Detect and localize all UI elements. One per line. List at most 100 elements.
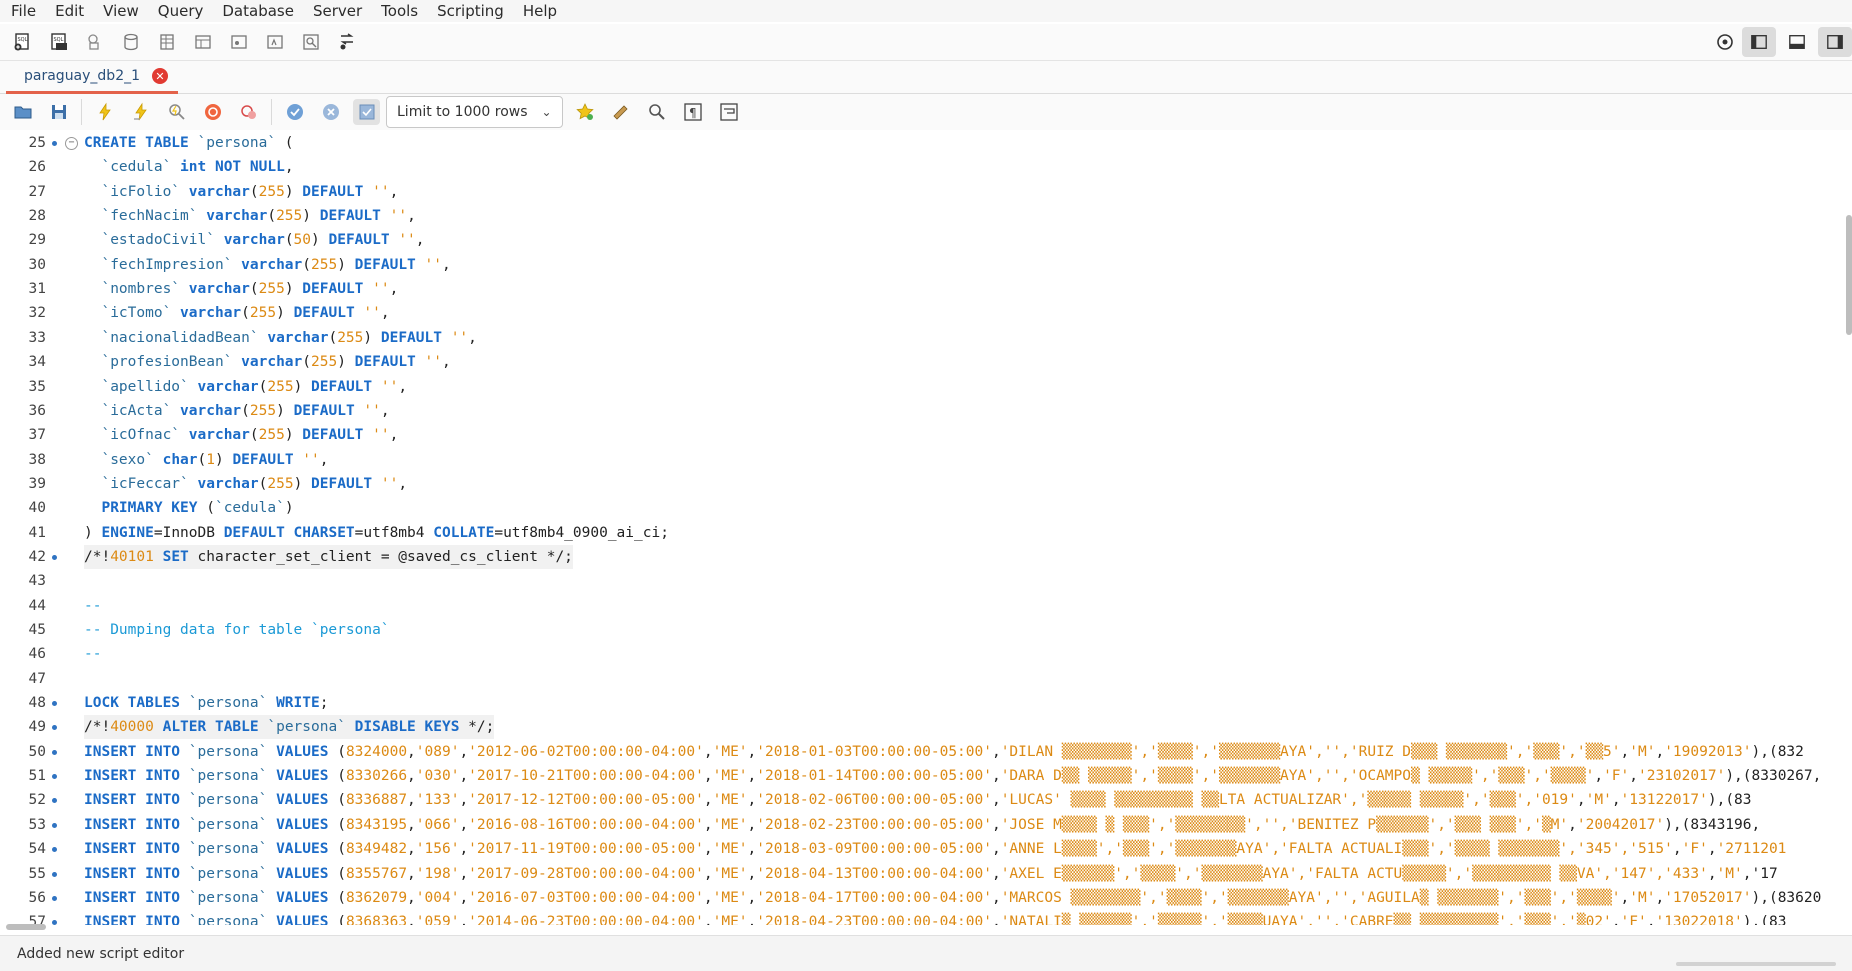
code-line[interactable]: 45 -- Dumping data for table `persona` [0, 618, 1852, 642]
menu-edit[interactable]: Edit [44, 2, 92, 20]
code-line[interactable]: 53 INSERT INTO `persona` VALUES (8343195,… [0, 813, 1852, 837]
menu-query[interactable]: Query [147, 2, 212, 20]
code-token: , [1707, 865, 1717, 882]
code-line[interactable]: 40 PRIMARY KEY (`cedula`) [0, 496, 1852, 520]
code-line[interactable]: 43 [0, 569, 1852, 593]
code-token: 40000 [110, 719, 154, 736]
code-token: , [468, 329, 477, 346]
code-line[interactable]: 56 INSERT INTO `persona` VALUES (8362079,… [0, 886, 1852, 910]
vertical-scrollbar[interactable] [1846, 215, 1852, 335]
code-line[interactable]: 35 `apellido` varchar(255) DEFAULT '', [0, 375, 1852, 399]
code-line[interactable]: 33 `nacionalidadBean` varchar(255) DEFAU… [0, 326, 1852, 350]
code-text: `fechImpresion` varchar(255) DEFAULT '', [84, 253, 451, 277]
code-line[interactable]: 48 LOCK TABLES `persona` WRITE; [0, 691, 1852, 715]
toggle-output-panel-button[interactable] [1780, 27, 1814, 57]
code-line[interactable]: 30 `fechImpresion` varchar(255) DEFAULT … [0, 253, 1852, 277]
code-token: DEFAULT [311, 378, 373, 395]
wrap-icon[interactable] [716, 99, 743, 125]
line-number: 47 [28, 670, 46, 687]
code-line[interactable]: 54 INSERT INTO `persona` VALUES (8349482,… [0, 837, 1852, 861]
code-line[interactable]: 55 INSERT INTO `persona` VALUES (8355767,… [0, 862, 1852, 886]
reconnect-icon[interactable] [334, 29, 360, 55]
code-line[interactable]: 46 -- [0, 642, 1852, 666]
inspect-object-icon[interactable] [82, 29, 108, 55]
code-line[interactable]: 41) ENGINE=InnoDB DEFAULT CHARSET=utf8mb… [0, 521, 1852, 545]
code-token: '' [372, 281, 390, 298]
code-line[interactable]: 42 /*!40101 SET character_set_client = @s… [0, 544, 1852, 569]
menu-scripting[interactable]: Scripting [426, 2, 512, 20]
execute-current-icon[interactable] [127, 99, 154, 125]
code-token: `persona` [188, 841, 268, 858]
code-token: ) [337, 256, 355, 273]
code-line[interactable]: 27 `icFolio` varchar(255) DEFAULT '', [0, 180, 1852, 204]
stop-icon[interactable] [199, 99, 226, 125]
code-line[interactable]: 50 INSERT INTO `persona` VALUES (8324000,… [0, 740, 1852, 764]
create-procedure-icon[interactable] [226, 29, 252, 55]
toggle-secondary-sidebar-button[interactable] [1818, 27, 1852, 57]
code-line[interactable]: 29 `estadoCivil` varchar(50) DEFAULT '', [0, 228, 1852, 252]
explain-icon[interactable] [163, 99, 190, 125]
code-line[interactable]: 47 [0, 667, 1852, 691]
code-line[interactable]: 37 `icOfnac` varchar(255) DEFAULT '', [0, 423, 1852, 447]
toggle-error-icon[interactable] [235, 99, 262, 125]
code-token: , [703, 768, 713, 785]
code-line[interactable]: 32 `icTomo` varchar(255) DEFAULT '', [0, 301, 1852, 325]
code-text: INSERT INTO `persona` VALUES (8368363,'0… [84, 910, 1786, 925]
menu-server[interactable]: Server [302, 2, 370, 20]
fold-toggle-icon[interactable]: − [65, 137, 78, 150]
code-token: 'F' [1603, 768, 1630, 785]
open-sql-script-icon[interactable]: SQL [46, 29, 72, 55]
code-token: , [991, 743, 1001, 760]
commit-icon[interactable] [281, 99, 308, 125]
tab-paraguay-db2-1[interactable]: paraguay_db2_1 ✕ [6, 61, 179, 94]
code-line[interactable]: 51 INSERT INTO `persona` VALUES (8330266,… [0, 764, 1852, 788]
execute-icon[interactable] [91, 99, 118, 125]
menu-file[interactable]: File [0, 2, 44, 20]
invisible-chars-icon[interactable]: ¶ [680, 99, 707, 125]
find-icon[interactable] [644, 99, 671, 125]
sql-editor[interactable]: 25− CREATE TABLE `persona` (26 `cedula` i… [0, 131, 1852, 925]
code-line[interactable]: 52 INSERT INTO `persona` VALUES (8336887,… [0, 788, 1852, 812]
create-function-icon[interactable] [262, 29, 288, 55]
create-view-icon[interactable] [190, 29, 216, 55]
menu-database[interactable]: Database [211, 2, 302, 20]
create-table-icon[interactable] [154, 29, 180, 55]
menu-tools[interactable]: Tools [370, 2, 426, 20]
code-line[interactable]: 57 INSERT INTO `persona` VALUES (8368363,… [0, 910, 1852, 925]
code-line[interactable]: 49 /*!40000 ALTER TABLE `persona` DISABLE… [0, 715, 1852, 740]
code-token: ) [284, 281, 303, 298]
add-snippet-icon[interactable] [572, 99, 599, 125]
save-icon[interactable] [45, 99, 72, 125]
autocommit-icon[interactable] [353, 99, 380, 125]
rollback-icon[interactable] [317, 99, 344, 125]
beautify-icon[interactable] [608, 99, 635, 125]
menu-help[interactable]: Help [512, 2, 565, 20]
code-line[interactable]: 36 `icActa` varchar(255) DEFAULT '', [0, 399, 1852, 423]
code-line[interactable]: 39 `icFeccar` varchar(255) DEFAULT '', [0, 472, 1852, 496]
code-token: , [398, 378, 408, 395]
search-table-data-icon[interactable] [298, 29, 324, 55]
code-line[interactable]: 44 -- [0, 594, 1852, 618]
code-line[interactable]: 28 `fechNacim` varchar(255) DEFAULT '', [0, 204, 1852, 228]
settings-icon[interactable] [1712, 29, 1738, 55]
open-folder-icon[interactable] [9, 99, 36, 125]
code-token: 'F' [1681, 841, 1708, 858]
main-toolbar: SQL SQL [0, 24, 1852, 61]
code-line[interactable]: 25 − CREATE TABLE `persona` ( [0, 131, 1852, 155]
code-line[interactable]: 31 `nombres` varchar(255) DEFAULT '', [0, 277, 1852, 301]
code-token: , [441, 256, 451, 273]
horizontal-scrollbar[interactable] [6, 924, 46, 930]
limit-rows-select[interactable]: Limit to 1000 rows ⌄ [386, 96, 563, 128]
code-token: '2018-02-06T00:00:00-05:00' [756, 792, 992, 809]
menu-view[interactable]: View [92, 2, 147, 20]
new-sql-tab-icon[interactable]: SQL [10, 29, 36, 55]
code-token: `persona` [188, 816, 268, 833]
toggle-sidebar-button[interactable] [1742, 27, 1776, 57]
code-line[interactable]: 38 `sexo` char(1) DEFAULT '', [0, 448, 1852, 472]
close-icon[interactable]: ✕ [152, 68, 169, 84]
create-schema-icon[interactable] [118, 29, 144, 55]
code-line[interactable]: 34 `profesionBean` varchar(255) DEFAULT … [0, 350, 1852, 374]
code-line[interactable]: 26 `cedula` int NOT NULL, [0, 155, 1852, 179]
